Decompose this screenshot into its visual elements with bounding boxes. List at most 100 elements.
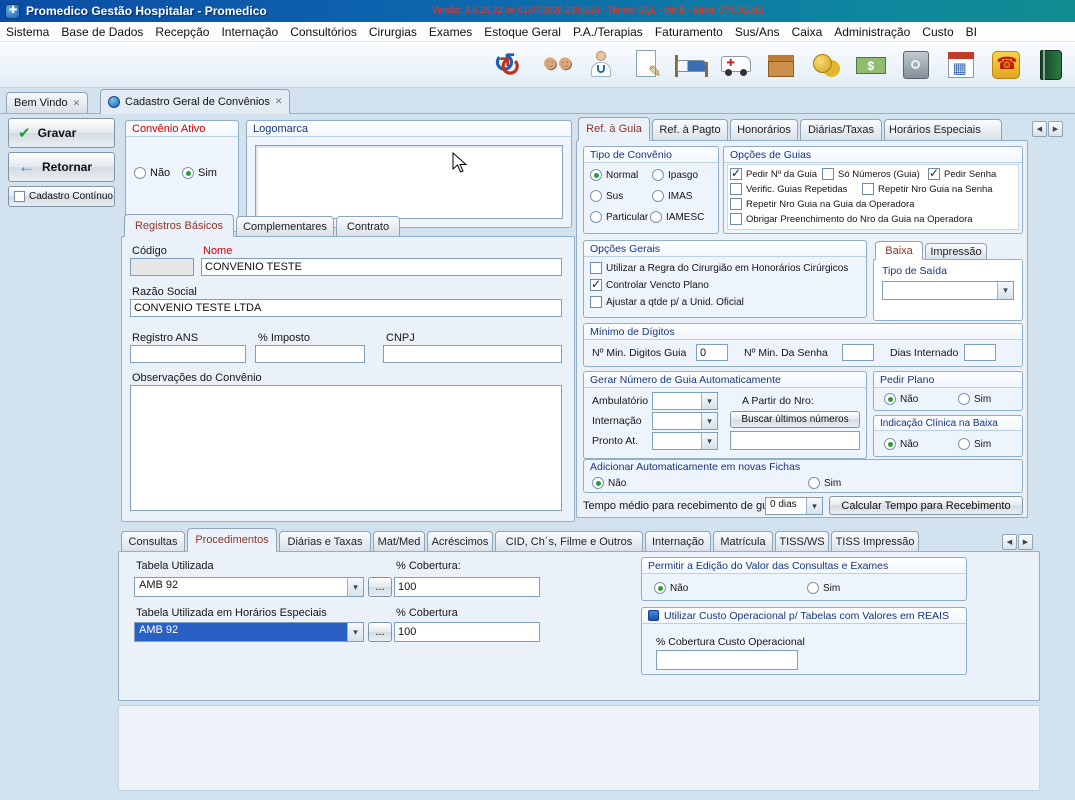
chevron-down-icon[interactable]: [701, 393, 717, 409]
radio-permitir-nao[interactable]: Não: [654, 582, 688, 594]
razao-social-input[interactable]: [130, 299, 562, 317]
calcular-tempo-button[interactable]: Calcular Tempo para Recebimento: [829, 496, 1023, 515]
radio-fichas-sim[interactable]: Sim: [808, 477, 841, 489]
pronto-at-combo[interactable]: [652, 432, 718, 450]
checkbox-ajustar-qtde-unid-oficial[interactable]: Ajustar a qtde p/ a Unid. Oficial: [590, 296, 744, 308]
chevron-down-icon[interactable]: [701, 433, 717, 449]
tab-honorarios[interactable]: Honorários: [730, 119, 798, 141]
imposto-input[interactable]: [255, 345, 365, 363]
menu-bi[interactable]: BI: [960, 22, 983, 42]
tab-scroll-left-button[interactable]: [1032, 121, 1047, 137]
chevron-down-icon[interactable]: [347, 578, 363, 596]
min-digitos-guia-input[interactable]: [696, 344, 728, 361]
menu-sistema[interactable]: Sistema: [0, 22, 55, 42]
radio-tipo-normal[interactable]: Normal: [590, 169, 638, 181]
chevron-down-icon[interactable]: [701, 413, 717, 429]
exams-toolbar-button[interactable]: [624, 44, 667, 86]
bottom-tab-scroll-left-button[interactable]: [1002, 534, 1017, 550]
tab-tiss-impressao[interactable]: TISS Impressão: [831, 531, 919, 552]
tab-matricula[interactable]: Matrícula: [713, 531, 773, 552]
menu-exames[interactable]: Exames: [423, 22, 478, 42]
chevron-down-icon[interactable]: [997, 282, 1013, 299]
stock-toolbar-button[interactable]: [759, 44, 802, 86]
radio-tipo-particular[interactable]: Particular: [590, 211, 648, 223]
cadastro-continuo-checkbox[interactable]: Cadastro Contínuo: [8, 186, 115, 207]
tab-ref-a-pagto[interactable]: Ref. à Pagto: [652, 119, 728, 141]
logomarca-image-area[interactable]: [255, 145, 563, 219]
tempo-recebimento-combo[interactable]: 0 dias: [765, 497, 823, 515]
dias-internado-input[interactable]: [964, 344, 996, 361]
checkbox-obrigar-preenchimento-nro[interactable]: Obrigar Preenchimento do Nro da Guia na …: [730, 213, 973, 225]
a-partir-nro-input[interactable]: [730, 431, 860, 450]
close-icon[interactable]: [73, 99, 81, 108]
tab-complementares[interactable]: Complementares: [236, 216, 334, 237]
tab-baixa[interactable]: Baixa: [875, 241, 923, 260]
checkbox-pedir-numero-guia[interactable]: Pedir Nº da Guia: [730, 168, 817, 180]
cobertura-input[interactable]: [394, 577, 540, 597]
min-senha-input[interactable]: [842, 344, 874, 361]
chevron-down-icon[interactable]: [806, 498, 822, 514]
menu-pa-terapias[interactable]: P.A./Terapias: [567, 22, 649, 42]
tab-scroll-right-button[interactable]: [1048, 121, 1063, 137]
report-toolbar-button[interactable]: [1029, 44, 1072, 86]
money-toolbar-button[interactable]: [804, 44, 847, 86]
tab-diarias-taxas[interactable]: Diárias/Taxas: [800, 119, 882, 141]
tabela-he-browse-button[interactable]: ...: [368, 622, 392, 642]
cobertura-custo-input[interactable]: [656, 650, 798, 670]
ambulatorio-combo[interactable]: [652, 392, 718, 410]
tab-acrescimos[interactable]: Acréscimos: [427, 531, 493, 552]
checkbox-verific-guias-repetidas[interactable]: Verific. Guias Repetidas: [730, 183, 847, 195]
radio-permitir-sim[interactable]: Sim: [807, 582, 840, 594]
registro-ans-input[interactable]: [130, 345, 246, 363]
radio-indicacao-sim[interactable]: Sim: [958, 438, 991, 450]
cnpj-input[interactable]: [383, 345, 562, 363]
radio-tipo-imas[interactable]: IMAS: [652, 190, 692, 202]
menu-caixa[interactable]: Caixa: [786, 22, 829, 42]
close-icon[interactable]: [275, 97, 283, 106]
bed-toolbar-button[interactable]: [669, 44, 712, 86]
checkbox-so-numeros-guia[interactable]: Só Números (Guia): [822, 168, 920, 180]
tab-tiss-ws[interactable]: TISS/WS: [775, 531, 829, 552]
tabela-horarios-especiais-combo[interactable]: AMB 92: [134, 622, 364, 642]
doctor-toolbar-button[interactable]: [579, 44, 622, 86]
tab-consultas[interactable]: Consultas: [121, 531, 185, 552]
checkbox-regra-cirurgiao[interactable]: Utilizar a Regra do Cirurgião em Honorár…: [590, 262, 848, 274]
menu-internacao[interactable]: Internação: [215, 22, 284, 42]
buscar-ultimos-numeros-button[interactable]: Buscar últimos números: [730, 411, 860, 428]
tab-ref-a-guia[interactable]: Ref. à Guia: [578, 117, 650, 141]
patients-toolbar-button[interactable]: [534, 44, 577, 86]
tab-cid-chs-filme-outros[interactable]: CID, Ch´s, Filme e Outros: [495, 531, 643, 552]
tabela-browse-button[interactable]: ...: [368, 577, 392, 597]
tab-contrato[interactable]: Contrato: [336, 216, 400, 237]
tab-internacao-proc[interactable]: Internação: [645, 531, 711, 552]
internacao-combo[interactable]: [652, 412, 718, 430]
tipo-saida-combo[interactable]: [882, 281, 1014, 300]
radio-tipo-sus[interactable]: Sus: [590, 190, 623, 202]
menu-base-de-dados[interactable]: Base de Dados: [55, 22, 149, 42]
tab-cadastro-convenios[interactable]: Cadastro Geral de Convênios: [100, 89, 290, 114]
checkbox-repetir-nro-guia-operadora[interactable]: Repetir Nro Guia na Guia da Operadora: [730, 198, 914, 210]
chevron-down-icon[interactable]: [347, 623, 363, 641]
checkbox-controlar-vencto-plano[interactable]: Controlar Vencto Plano: [590, 279, 709, 291]
safe-toolbar-button[interactable]: [894, 44, 937, 86]
phone-toolbar-button[interactable]: [984, 44, 1027, 86]
checkbox-pedir-senha[interactable]: Pedir Senha: [928, 168, 996, 180]
radio-pedir-plano-nao[interactable]: Não: [884, 393, 918, 405]
menu-sus-ans[interactable]: Sus/Ans: [729, 22, 786, 42]
checkbox-repetir-nro-guia-senha[interactable]: Repetir Nro Guia na Senha: [862, 183, 993, 195]
menu-administracao[interactable]: Administração: [828, 22, 916, 42]
tab-registros-basicos[interactable]: Registros Básicos: [124, 214, 234, 237]
menu-faturamento[interactable]: Faturamento: [649, 22, 729, 42]
tab-horarios-especiais[interactable]: Horários Especiais: [884, 119, 1002, 141]
radio-tipo-ipasgo[interactable]: Ipasgo: [652, 169, 698, 181]
menu-estoque-geral[interactable]: Estoque Geral: [478, 22, 567, 42]
tab-diarias-e-taxas[interactable]: Diárias e Taxas: [279, 531, 371, 552]
radio-pedir-plano-sim[interactable]: Sim: [958, 393, 991, 405]
observacoes-textarea[interactable]: [130, 385, 562, 511]
nome-input[interactable]: [201, 258, 562, 276]
bottom-tab-scroll-right-button[interactable]: [1018, 534, 1033, 550]
radio-indicacao-nao[interactable]: Não: [884, 438, 918, 450]
cobertura-he-input[interactable]: [394, 622, 540, 642]
gravar-button[interactable]: Gravar: [8, 118, 115, 148]
radio-tipo-iamesc[interactable]: IAMESC: [650, 211, 704, 223]
